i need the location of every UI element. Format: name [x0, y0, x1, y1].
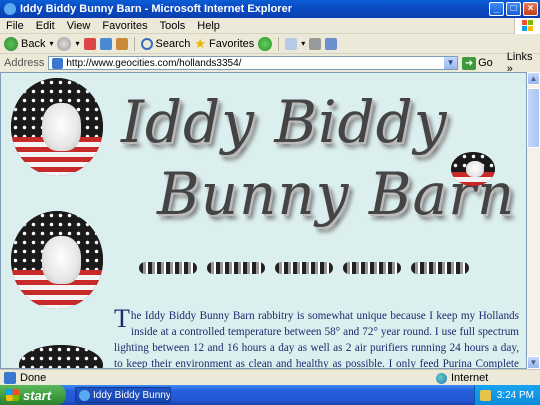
vertical-scrollbar[interactable]: ▲ ▼ [527, 72, 540, 369]
home-icon[interactable] [115, 37, 128, 50]
page-icon [52, 57, 64, 69]
clock: 3:24 PM [496, 389, 534, 401]
bunny-flag-image [11, 78, 103, 176]
system-tray: 3:24 PM [474, 385, 540, 405]
status-text: Done [20, 371, 47, 384]
bunny-flag-small-image [451, 152, 495, 186]
address-bar: Address http://www.geocities.com/holland… [0, 51, 540, 75]
back-dropdown-icon[interactable]: ▾ [49, 39, 53, 48]
maximize-button[interactable]: □ [506, 2, 521, 16]
start-button[interactable]: start [0, 385, 66, 405]
start-label: start [23, 387, 52, 403]
address-input[interactable]: http://www.geocities.com/hollands3354/ ▼ [48, 56, 459, 70]
ie-icon [79, 389, 90, 401]
go-label: Go [478, 57, 493, 69]
menu-tools[interactable]: Tools [154, 20, 192, 32]
toolbar-separator [133, 36, 135, 51]
address-label: Address [4, 57, 45, 69]
menu-view[interactable]: View [61, 20, 97, 32]
search-button[interactable]: Search [140, 37, 191, 50]
taskbar: start Iddy Biddy Bunny Bar... 3:24 PM [0, 385, 540, 405]
windows-flag-icon [6, 389, 19, 401]
ie-icon [4, 3, 16, 15]
menu-edit[interactable]: Edit [30, 20, 61, 32]
windows-logo-icon [514, 18, 540, 34]
intro-paragraph: T he Iddy Biddy Bunny Barn rabbitry is s… [114, 304, 519, 369]
go-arrow-icon: ➜ [462, 56, 477, 70]
title-bar: Iddy Biddy Bunny Barn - Microsoft Intern… [0, 0, 540, 18]
media-icon[interactable] [258, 36, 273, 51]
search-label: Search [155, 37, 191, 50]
back-arrow-icon [4, 36, 18, 51]
stop-icon[interactable] [83, 37, 96, 50]
page-content: Iddy Biddy Bunny Barn T he Iddy Biddy Bu… [0, 72, 527, 369]
star-icon: ★ [194, 35, 207, 51]
scroll-thumb[interactable] [527, 88, 540, 148]
zone-label: Internet [451, 372, 489, 384]
tray-icon[interactable] [479, 389, 491, 401]
menu-favorites[interactable]: Favorites [96, 20, 153, 32]
forward-arrow-icon[interactable] [57, 36, 72, 51]
go-button[interactable]: ➜ Go [462, 56, 493, 70]
edit-icon[interactable] [325, 37, 338, 50]
back-label: Back [21, 37, 46, 50]
menu-file[interactable]: File [0, 20, 30, 32]
links-label: Links [506, 51, 533, 63]
bunny-flag-image [19, 345, 103, 368]
mail-dropdown-icon[interactable]: ▾ [301, 39, 305, 48]
back-button[interactable]: Back [4, 36, 46, 51]
taskbar-window-button[interactable]: Iddy Biddy Bunny Bar... [75, 387, 171, 403]
refresh-icon[interactable] [99, 37, 112, 50]
address-url: http://www.geocities.com/hollands3354/ [66, 57, 242, 69]
address-dropdown-icon[interactable]: ▼ [444, 57, 458, 69]
decorative-divider [139, 262, 469, 276]
forward-dropdown-icon[interactable]: ▾ [75, 39, 79, 48]
page-done-icon [4, 371, 16, 384]
security-zone: Internet [436, 372, 488, 384]
status-bar: Done Internet [0, 369, 540, 385]
intro-text: he Iddy Biddy Bunny Barn rabbitry is som… [114, 310, 519, 369]
print-icon[interactable] [309, 37, 322, 50]
minimize-button[interactable]: _ [489, 2, 504, 16]
menu-help[interactable]: Help [191, 20, 226, 32]
taskbar-window-label: Iddy Biddy Bunny Bar... [93, 389, 171, 401]
window-title: Iddy Biddy Bunny Barn - Microsoft Intern… [20, 3, 292, 15]
site-banner: Iddy Biddy Bunny Barn [121, 88, 514, 238]
menu-bar: File Edit View Favorites Tools Help [0, 18, 540, 34]
mail-icon[interactable] [285, 37, 298, 50]
drop-cap: T [114, 304, 130, 333]
toolbar-separator [278, 36, 280, 51]
favorites-label: Favorites [209, 37, 255, 50]
toolbar: Back ▾ ▾ Search ★ Favorites ▾ [0, 34, 540, 54]
favorites-button[interactable]: ★ Favorites [194, 36, 254, 52]
internet-globe-icon [436, 372, 447, 384]
scroll-down-icon[interactable]: ▼ [527, 356, 540, 369]
search-icon [140, 37, 153, 50]
banner-line-1: Iddy Biddy [121, 88, 448, 156]
window-controls: _ □ × [489, 2, 538, 16]
close-button[interactable]: × [523, 2, 538, 16]
bunny-flag-image [11, 211, 103, 309]
scroll-up-icon[interactable]: ▲ [527, 72, 540, 85]
